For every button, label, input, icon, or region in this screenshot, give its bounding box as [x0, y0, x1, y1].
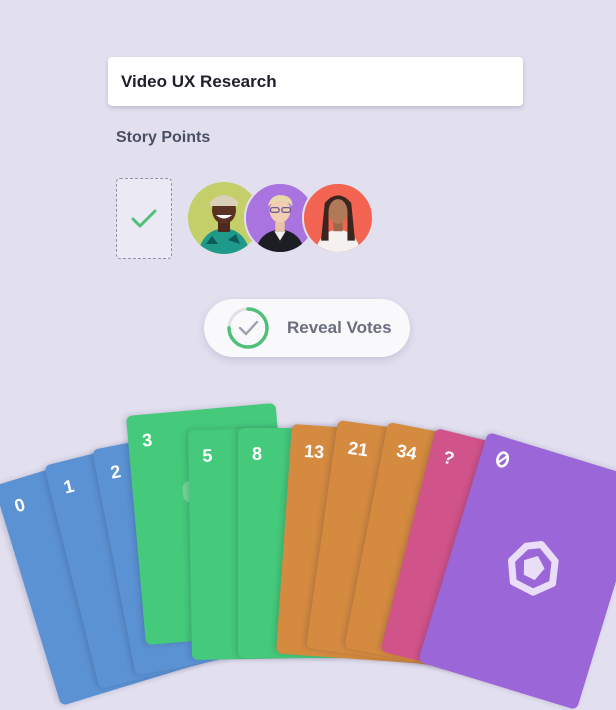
vote-card-value: ?: [440, 446, 457, 469]
story-points-label: Story Points: [116, 129, 211, 146]
reveal-votes-label: Reveal Votes: [287, 318, 392, 337]
reveal-votes-button[interactable]: Reveal Votes: [204, 299, 410, 357]
checkmark-icon: [238, 320, 259, 336]
session-title-input[interactable]: Video UX Research: [108, 57, 523, 106]
vote-card-value: 5: [202, 445, 213, 466]
vote-card-value: 3: [141, 429, 154, 451]
avatar-voter-3: [302, 182, 374, 254]
logo-icon: [507, 541, 559, 596]
vote-card-value: 2: [108, 461, 123, 483]
vote-card-value: 8: [252, 444, 263, 464]
vote-card-value: 0: [12, 494, 28, 517]
vote-card-value: 13: [303, 440, 325, 463]
progress-ring-icon: [227, 307, 269, 349]
vote-card-value: 34: [394, 440, 419, 464]
person-avatar-icon: [304, 184, 372, 252]
checkmark-icon: [131, 209, 157, 227]
zero-badge-icon: [496, 451, 510, 468]
vote-card-value: 21: [346, 437, 370, 461]
my-vote-card-slot[interactable]: [116, 178, 172, 259]
vote-card-value: 1: [61, 475, 77, 498]
